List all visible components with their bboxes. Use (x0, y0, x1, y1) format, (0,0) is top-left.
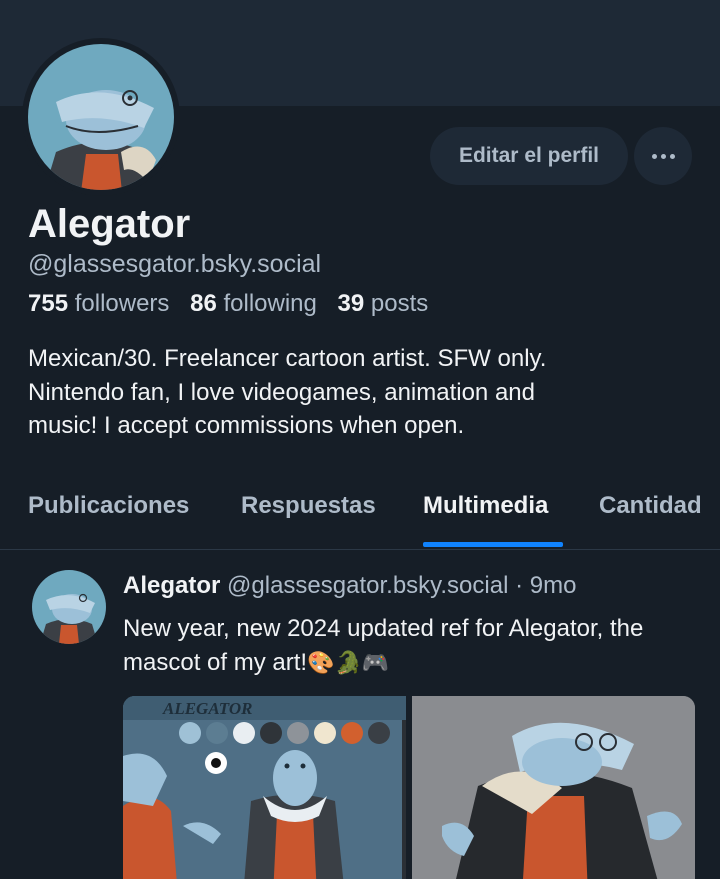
post-author-name[interactable]: Alegator (123, 572, 220, 599)
reference-sheet-illustration: ALEGATOR (123, 696, 406, 879)
post-image-reference-sheet[interactable]: ALEGATOR (123, 696, 406, 879)
following-label: following (223, 290, 317, 317)
active-tab-indicator (423, 542, 563, 547)
followers-link[interactable]: 755 followers (28, 290, 169, 317)
tab-publicaciones[interactable]: Publicaciones (28, 492, 189, 520)
profile-handle: @glassesgator.bsky.social (28, 250, 322, 278)
following-link[interactable]: 86 following (190, 290, 317, 317)
post-author-avatar[interactable] (32, 570, 106, 644)
post-emojis: 🎨🐊🎮 (307, 649, 390, 675)
profile-name: Alegator (28, 202, 191, 246)
post-author-handle[interactable]: @glassesgator.bsky.social (227, 572, 508, 599)
posts-stat: 39 posts (338, 290, 429, 317)
profile-avatar[interactable] (22, 38, 180, 196)
following-count: 86 (190, 290, 217, 317)
posts-label: posts (370, 290, 429, 317)
character-art-illustration (412, 696, 695, 879)
edit-profile-label: Editar el perfil (458, 144, 600, 167)
reference-sheet-title: ALEGATOR (162, 699, 252, 718)
followers-count: 755 (28, 290, 69, 317)
tab-multimedia[interactable]: Multimedia (423, 492, 548, 520)
post-header: Alegator @glassesgator.bsky.social · 9mo (123, 572, 576, 600)
post-timestamp[interactable]: 9mo (530, 572, 577, 599)
post-image-character-art[interactable] (412, 696, 695, 879)
profile-tabs: Publicaciones Respuestas Multimedia Cant… (0, 472, 720, 550)
post-separator: · (515, 572, 524, 599)
profile-stats: 755 followers 86 following 39 posts (28, 290, 442, 318)
tab-respuestas[interactable]: Respuestas (241, 492, 376, 520)
profile-page: Editar el perfil Alegator @glassesgator.… (0, 0, 720, 879)
posts-count: 39 (337, 290, 365, 317)
ellipsis-icon (651, 153, 675, 159)
tab-cantidad[interactable]: Cantidad (599, 492, 702, 520)
edit-profile-button[interactable]: Editar el perfil (430, 127, 628, 185)
more-options-button[interactable] (634, 127, 692, 185)
post-body: New year, new 2024 updated ref for Alega… (123, 612, 703, 679)
avatar-illustration (28, 44, 174, 190)
followers-label: followers (74, 290, 170, 317)
profile-bio: Mexican/30. Freelancer cartoon artist. S… (28, 345, 547, 440)
avatar-illustration (32, 570, 106, 644)
